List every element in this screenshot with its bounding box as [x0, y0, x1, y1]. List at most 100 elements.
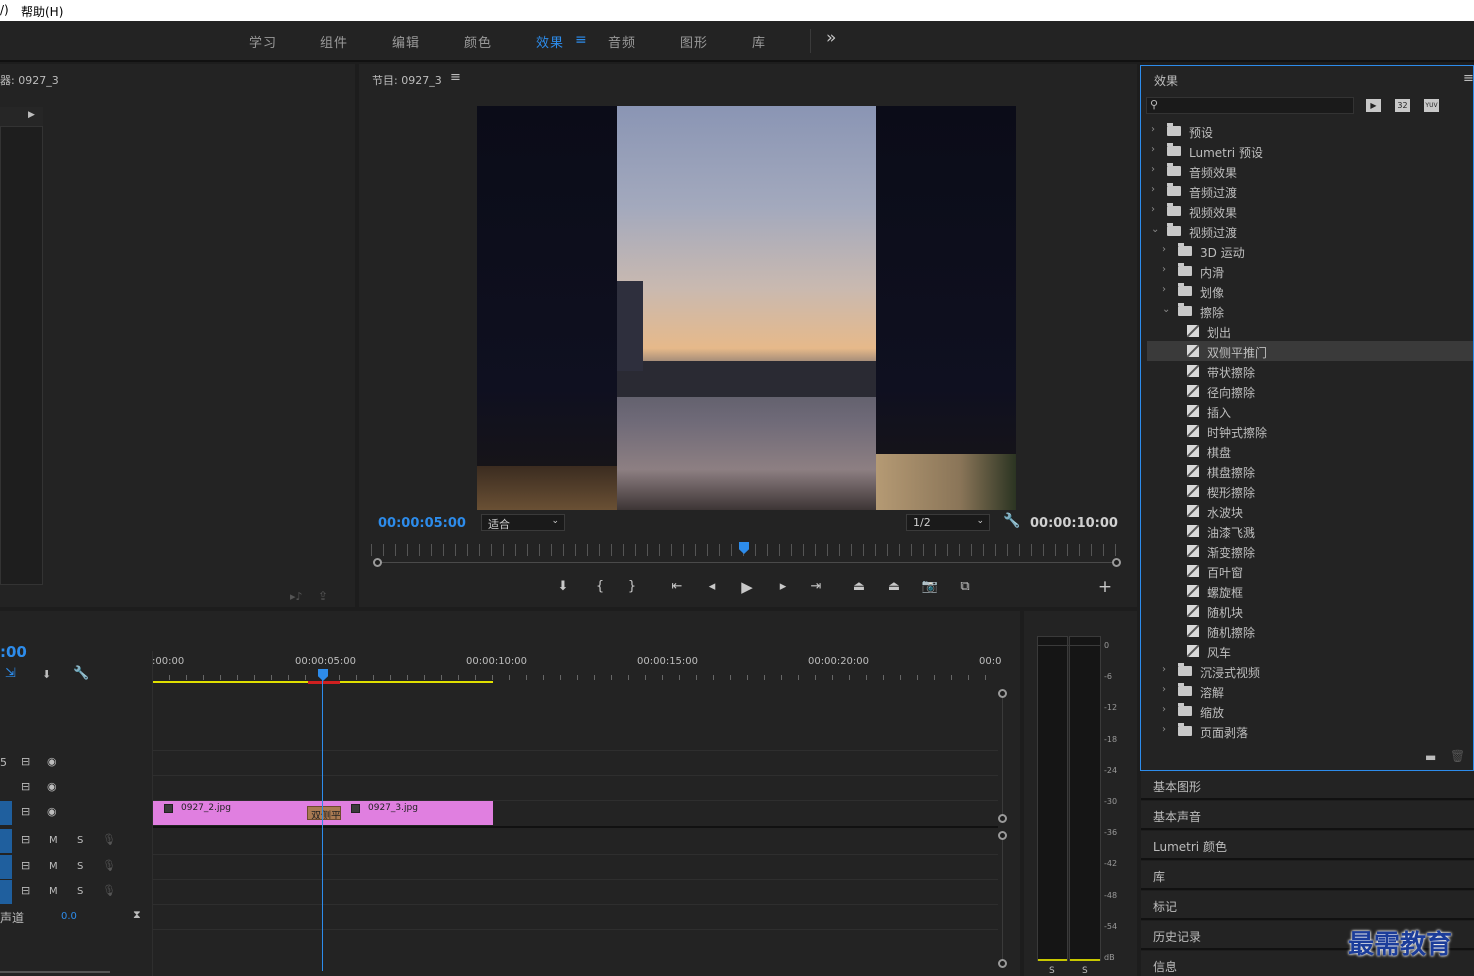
chevron-right-icon[interactable]: ›	[1162, 684, 1166, 695]
track-target-v1[interactable]	[0, 801, 12, 825]
go-to-in-icon[interactable]: ⇤	[667, 577, 687, 597]
tab-effects[interactable]: 效果	[536, 32, 564, 51]
microphone-icon[interactable]: 🎙	[102, 884, 116, 897]
chevron-right-icon[interactable]: ›	[1162, 664, 1166, 675]
video-scroll-bottom[interactable]	[998, 814, 1007, 823]
settings-wrench-icon[interactable]: 🔧	[1003, 513, 1020, 529]
video-scroll-track[interactable]	[1002, 698, 1003, 814]
effects-item[interactable]: 百叶窗	[1147, 561, 1473, 581]
effects-folder-item[interactable]: › 沉浸式视频	[1147, 661, 1473, 681]
sync-lock-icon[interactable]: ⊟	[21, 859, 30, 872]
snap-linked-icon[interactable]: ⇲	[5, 666, 16, 681]
comparison-view-icon[interactable]: ⧉	[955, 577, 975, 597]
chevron-right-icon[interactable]: ›	[1151, 204, 1155, 215]
eye-icon[interactable]: ◉	[47, 755, 57, 768]
effects-item[interactable]: 棋盘	[1147, 441, 1473, 461]
chevron-right-icon[interactable]: ›	[1151, 124, 1155, 135]
clip-0927-2[interactable]: 0927_2.jpg	[153, 801, 307, 825]
effects-item[interactable]: 径向擦除	[1147, 381, 1473, 401]
export-frame-camera-icon[interactable]: 📷	[920, 577, 940, 597]
solo-button[interactable]: S	[77, 861, 83, 872]
solo-button[interactable]: S	[77, 886, 83, 897]
export-icon[interactable]: ⇪	[318, 589, 328, 603]
panel-markers[interactable]: 标记	[1141, 891, 1474, 920]
effects-item[interactable]: 随机块	[1147, 601, 1473, 621]
tab-libraries[interactable]: 库	[752, 32, 766, 51]
chevron-right-icon[interactable]: ›	[1162, 704, 1166, 715]
tab-editing[interactable]: 编辑	[392, 32, 420, 51]
resolution-select[interactable]: 1/2 ⌄	[906, 514, 990, 531]
effects-item[interactable]: 棋盘擦除	[1147, 461, 1473, 481]
track-target-a2[interactable]	[0, 855, 12, 879]
solo-right-button[interactable]: S	[1082, 966, 1088, 976]
zoom-scrollbar-handle-left[interactable]	[373, 558, 382, 567]
delete-trash-icon[interactable]: 🗑	[1450, 749, 1465, 763]
track-target-a1[interactable]	[0, 829, 12, 853]
effects-item[interactable]: 风车	[1147, 641, 1473, 661]
program-menu-icon[interactable]: ≡	[450, 70, 461, 85]
sync-lock-icon[interactable]: ⊟	[21, 780, 30, 793]
zoom-scrollbar-handle-right[interactable]	[1112, 558, 1121, 567]
chevron-right-icon[interactable]: ›	[1151, 164, 1155, 175]
effects-folder-item[interactable]: ⌄ 视频过渡	[1147, 221, 1473, 241]
tab-effects-menu-icon[interactable]: ≡	[575, 32, 588, 48]
effects-menu-icon[interactable]: ≡	[1463, 71, 1474, 86]
mute-button[interactable]: M	[49, 835, 58, 846]
effects-folder-item[interactable]: › 视频效果	[1147, 201, 1473, 221]
video-frame[interactable]	[477, 106, 1016, 510]
more-workspaces-icon[interactable]: »	[826, 28, 837, 48]
effects-item[interactable]: 时钟式擦除	[1147, 421, 1473, 441]
timeline-settings-wrench-icon[interactable]: 🔧	[73, 666, 89, 681]
step-forward-icon[interactable]: ▸	[773, 577, 793, 597]
microphone-icon[interactable]: 🎙	[102, 833, 116, 846]
menu-item-view[interactable]: /)	[0, 3, 9, 17]
mute-button[interactable]: M	[49, 886, 58, 897]
extract-icon[interactable]: ⏏	[884, 577, 904, 597]
track-target-a3[interactable]	[0, 880, 12, 904]
add-marker-icon[interactable]: ⬇	[42, 668, 51, 681]
go-to-end-icon[interactable]: ⧗	[133, 908, 141, 922]
mark-out-icon[interactable]: }	[622, 577, 642, 597]
chevron-right-icon[interactable]: ›	[1151, 184, 1155, 195]
effects-folder-item[interactable]: › 划像	[1147, 281, 1473, 301]
effects-item[interactable]: 随机擦除	[1147, 621, 1473, 641]
transition-double-door[interactable]: 双侧平	[307, 806, 341, 820]
effects-item[interactable]: 楔形擦除	[1147, 481, 1473, 501]
yuv-icon[interactable]: YUV	[1424, 99, 1439, 112]
sync-lock-icon[interactable]: ⊟	[21, 833, 30, 846]
track-target-icon[interactable]: 5	[0, 756, 7, 769]
panel-essential-graphics[interactable]: 基本图形	[1141, 771, 1474, 800]
chevron-down-icon[interactable]: ⌄	[1162, 304, 1170, 315]
insert-icon[interactable]: ▸♪	[290, 590, 303, 603]
clip-0927-3[interactable]: 0927_3.jpg	[341, 801, 493, 825]
expand-arrow-icon[interactable]: ▶	[28, 110, 35, 120]
effects-item[interactable]: 划出	[1147, 321, 1473, 341]
sync-lock-icon[interactable]: ⊟	[21, 884, 30, 897]
menu-item-help[interactable]: 帮助(H)	[21, 3, 63, 20]
chevron-down-icon[interactable]: ⌄	[1151, 224, 1159, 235]
mute-button[interactable]: M	[49, 861, 58, 872]
32bit-icon[interactable]: 32	[1395, 99, 1410, 112]
effects-item[interactable]: 渐变擦除	[1147, 541, 1473, 561]
tab-learn[interactable]: 学习	[249, 32, 277, 51]
add-marker-icon[interactable]: ⬇	[553, 577, 573, 597]
program-current-timecode[interactable]: 00:00:05:00	[378, 516, 466, 531]
solo-button[interactable]: S	[77, 835, 83, 846]
effects-folder-item[interactable]: › 内滑	[1147, 261, 1473, 281]
effects-item[interactable]: 插入	[1147, 401, 1473, 421]
accelerated-effects-icon[interactable]: ▶	[1366, 99, 1381, 112]
effects-folder-item[interactable]: › 音频过渡	[1147, 181, 1473, 201]
sync-lock-icon[interactable]: ⊟	[21, 755, 30, 768]
effects-folder-item[interactable]: › 预设	[1147, 121, 1473, 141]
effects-item[interactable]: 螺旋框	[1147, 581, 1473, 601]
microphone-icon[interactable]: 🎙	[102, 859, 116, 872]
tab-color[interactable]: 颜色	[464, 32, 492, 51]
timeline-horizontal-scrollbar[interactable]	[0, 971, 110, 973]
audio-scroll-track[interactable]	[1002, 840, 1003, 959]
go-to-out-icon[interactable]: ⇥	[806, 577, 826, 597]
step-back-icon[interactable]: ◂	[702, 577, 722, 597]
button-editor-plus-icon[interactable]: +	[1095, 577, 1115, 597]
effects-folder-item[interactable]: › 3D 运动	[1147, 241, 1473, 261]
chevron-right-icon[interactable]: ›	[1162, 244, 1166, 255]
chevron-right-icon[interactable]: ›	[1162, 264, 1166, 275]
